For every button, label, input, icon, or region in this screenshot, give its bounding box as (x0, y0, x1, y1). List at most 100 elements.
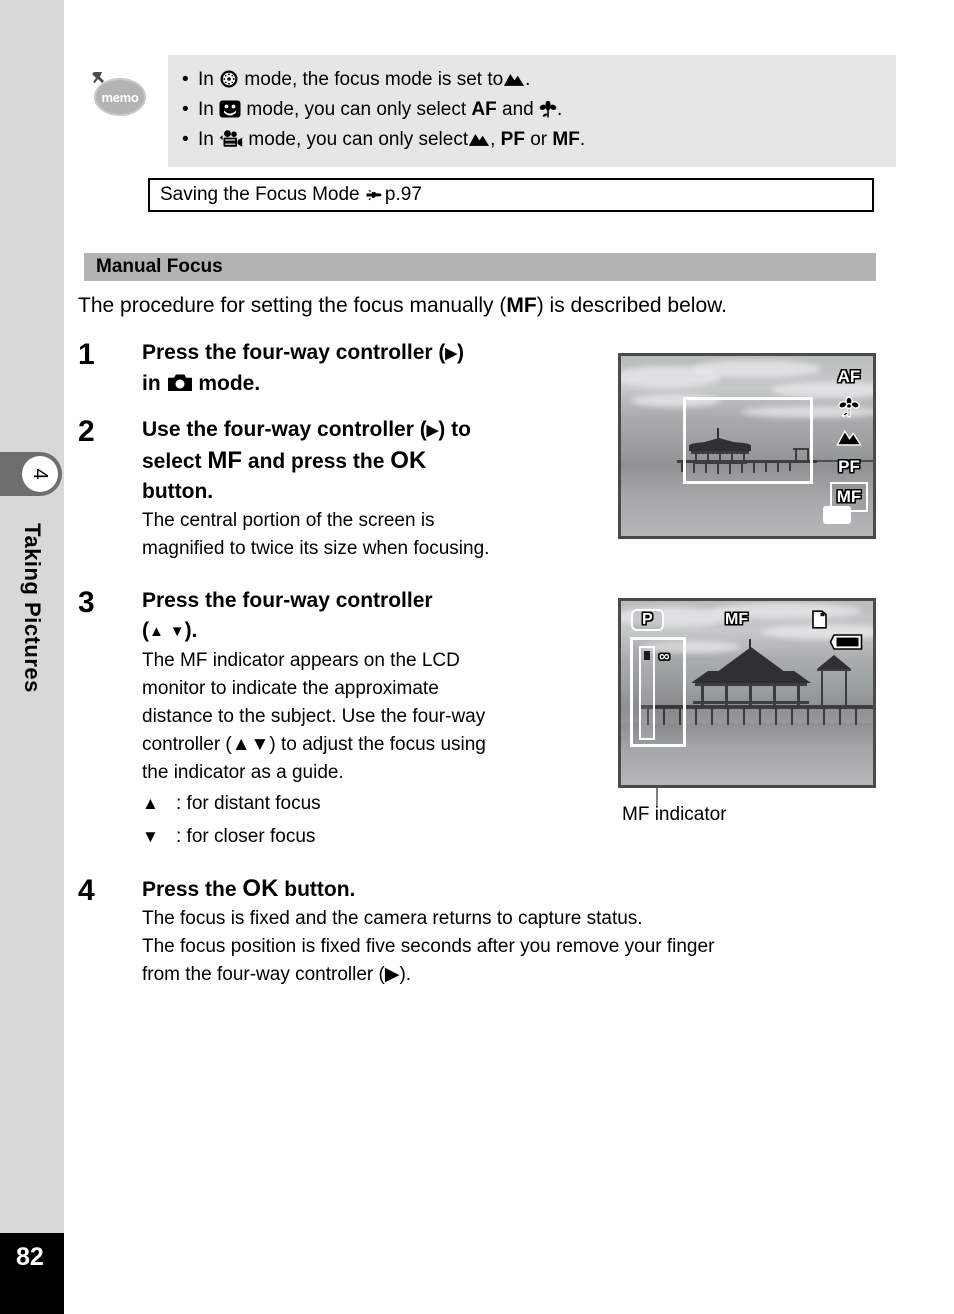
step-1-number: 1 (78, 338, 95, 371)
memo-token-af: AF (471, 99, 497, 120)
figure-caption: MF indicator (622, 804, 727, 825)
step-3-title-line-2: (▲ ▼). (142, 616, 652, 647)
page-content: memo • In mode, the focus mode is set to… (64, 0, 954, 1314)
ok-button-indicator (823, 506, 851, 524)
step-3-desc-line-1: The MF indicator appears on the LCD (142, 650, 460, 671)
step-3-paren-open: ( (142, 619, 149, 642)
up-arrow-icon: ▲ (149, 623, 164, 640)
step-2-title-line-2: select MF and press the OK (142, 446, 642, 477)
cross-reference-page: p.97 (384, 184, 422, 205)
intro-pre: The procedure for setting the focus manu… (78, 294, 507, 317)
intro-token-mf: MF (506, 294, 537, 317)
step-3-number: 3 (78, 586, 95, 619)
memo-conj: or (530, 129, 548, 150)
camera-mode-icon (167, 374, 192, 391)
step-2-title-post: ) to (438, 418, 471, 441)
chapter-number-badge: 4 (22, 456, 58, 492)
memo-bullet-3: • In mode, you can only select , PF or M… (168, 125, 896, 155)
bullet-glyph: • (182, 99, 189, 120)
memo-text-post: . (525, 69, 531, 90)
macro-flower-icon (838, 396, 860, 418)
right-arrow-icon: ▶ (445, 345, 457, 362)
fireworks-icon (220, 70, 238, 88)
step-2-title-pre: Use the four-way controller ( (142, 418, 427, 441)
down-arrow-icon: ▼ (169, 623, 185, 640)
section-header: Manual Focus (84, 253, 876, 281)
figure-mf-indicator-screen: P MF ∞ (618, 598, 876, 788)
step-4-desc-line-2: The focus position is fixed five seconds… (142, 936, 715, 957)
step-4-title: Press the OK button. (142, 874, 932, 905)
step-4-desc-line-1: The focus is fixed and the camera return… (142, 908, 643, 929)
page-number-block: 82 (0, 1233, 64, 1314)
chapter-title: Taking Pictures (0, 505, 64, 765)
memo-text-mid: mode, you can only select (246, 99, 467, 120)
bullet-glyph: • (182, 69, 189, 90)
focus-mode-macro[interactable] (830, 392, 868, 422)
chapter-title-text: Taking Pictures (20, 523, 46, 693)
step-3-body: Press the four-way controller (▲ ▼). The… (142, 586, 652, 853)
step-3-arrow-note-down: ▼ : for closer focus (142, 820, 652, 853)
step-1-title2-pre: in (142, 372, 161, 395)
down-arrow-icon: ▼ (142, 827, 159, 846)
step-2-number: 2 (78, 415, 95, 448)
memo-conj: and (502, 99, 534, 120)
step-2-token-ok: OK (390, 447, 427, 474)
step-3-desc-line-3: distance to the subject. Use the four-wa… (142, 706, 486, 727)
memo-badge: memo (84, 70, 146, 116)
cross-reference-box[interactable]: Saving the Focus Mode p.97 (148, 178, 874, 212)
step-3-arrow-note-up-text: : for distant focus (176, 793, 321, 814)
memo-bullet-1: • In mode, the focus mode is set to . (168, 65, 896, 95)
memo-text-pre: In (198, 99, 214, 120)
step-4-token-ok: OK (242, 875, 279, 902)
bullet-glyph: • (182, 129, 189, 150)
step-2-title-line-1: Use the four-way controller (▶) to (142, 415, 642, 446)
chapter-tab: 4 (0, 452, 62, 496)
step-1-title-pre: Press the four-way controller ( (142, 341, 446, 364)
step-1-title2-post: mode. (198, 372, 261, 395)
page-number: 82 (16, 1243, 44, 1271)
infinity-symbol: ∞ (659, 648, 670, 665)
section-intro: The procedure for setting the focus manu… (78, 294, 908, 318)
step-3-title-line-1: Press the four-way controller (142, 589, 433, 612)
right-arrow-icon: ▶ (426, 422, 439, 439)
step-4-desc-line-3: from the four-way controller (▶). (142, 964, 412, 985)
step-1-title-line-1: Press the four-way controller (▶) (142, 338, 612, 369)
step-2-desc-line-1: The central portion of the screen is (142, 510, 435, 531)
exposure-mode-badge: P (631, 609, 664, 631)
pointing-hand-icon (366, 189, 382, 201)
focus-mode-menu[interactable]: AF PF MF (829, 362, 869, 512)
step-2-title2-pre: select (142, 450, 202, 473)
mountain-infinity-icon (836, 429, 862, 446)
mf-indicator-gauge: ∞ (630, 637, 686, 747)
step-3-desc-line-2: monitor to indicate the approximate (142, 678, 439, 699)
memo-text-post: . (556, 99, 563, 120)
focus-mode-pf[interactable]: PF (830, 452, 868, 482)
focus-mode-landscape[interactable] (830, 422, 868, 452)
mf-gauge-marker (644, 651, 650, 660)
figure-focus-mode-selection-screen: AF PF MF (618, 353, 876, 539)
up-arrow-icon: ▲ (142, 794, 159, 813)
step-2-token-mf: MF (207, 447, 243, 474)
sidebar: 4 Taking Pictures (0, 0, 64, 1233)
step-4-title-post: button. (284, 878, 356, 901)
step-1-body: Press the four-way controller (▶) in mod… (142, 338, 612, 399)
step-3-paren-close: ). (184, 619, 198, 642)
step-1-title-line-2: in mode. (142, 369, 612, 399)
step-3-desc-line-5: the indicator as a guide. (142, 762, 344, 783)
memo-token-mf: MF (552, 129, 580, 150)
smiley-half-length-icon (219, 100, 241, 118)
memo-text-pre: In (198, 129, 214, 150)
memo-box: • In mode, the focus mode is set to . • … (168, 55, 896, 167)
step-1-title-post: ) (456, 341, 464, 364)
step-3-desc-line-4: controller (▲▼) to adjust the focus usin… (142, 734, 486, 755)
step-4-title-pre: Press the (142, 878, 237, 901)
step-4-body: Press the OK button. The focus is fixed … (142, 874, 932, 989)
focus-mode-af[interactable]: AF (830, 362, 868, 392)
intro-post: ) is described below. (536, 294, 727, 317)
step-3-arrow-note-up: ▲ : for distant focus (142, 787, 652, 820)
cross-reference-text: Saving the Focus Mode (160, 184, 360, 205)
step-2-desc-line-2: magnified to twice its size when focusin… (142, 538, 490, 559)
battery-full-icon (829, 634, 863, 650)
focus-area-frame (683, 397, 813, 484)
step-3-arrow-note-down-text: : for closer focus (176, 826, 316, 847)
